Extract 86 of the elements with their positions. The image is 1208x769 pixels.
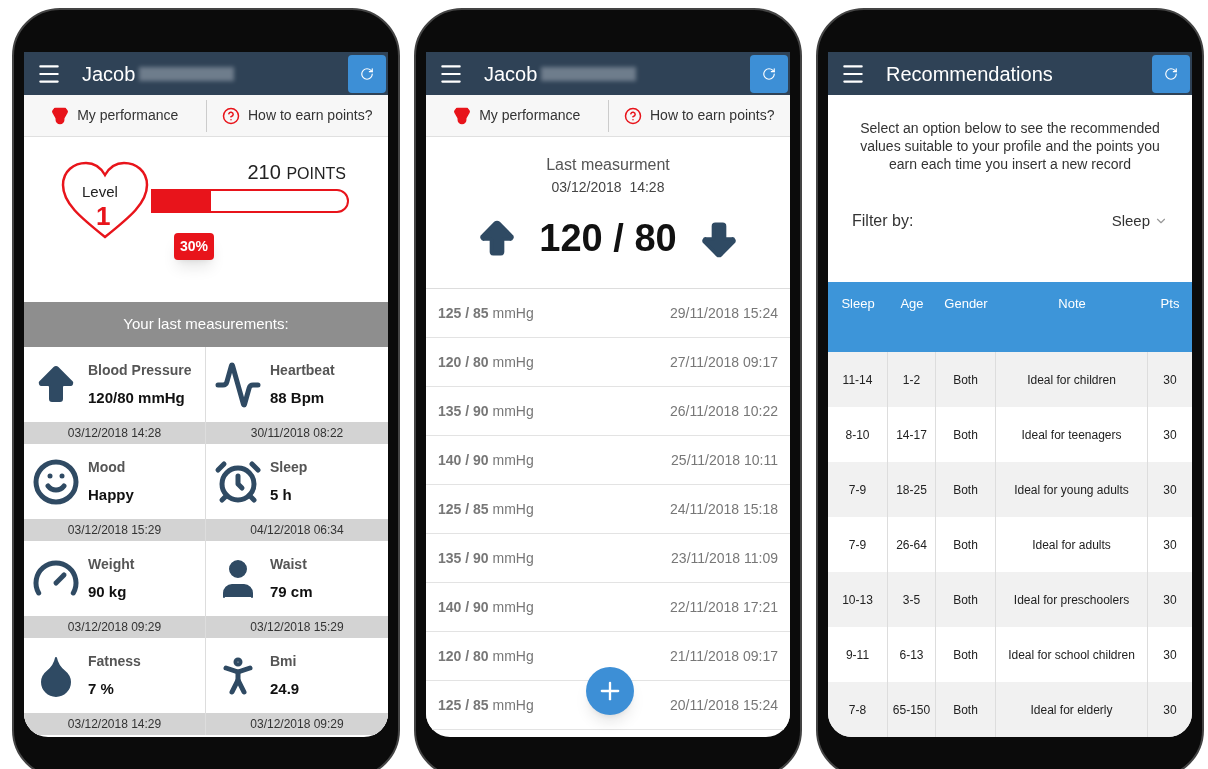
nav-tab[interactable]: How to earn points?: [607, 99, 790, 132]
table-cell-text: 30: [1162, 701, 1178, 719]
record-date: 24/11/2018 15:18: [670, 499, 778, 519]
record-date: 25/11/2018 10:11: [671, 450, 778, 470]
filter-dropdown[interactable]: Sleep: [1111, 209, 1168, 233]
measurement-date: 03/12/2018 09:29: [24, 616, 205, 638]
table-cell-text: 30: [1162, 426, 1178, 444]
record-reading: 125 / 85 mmHg: [438, 303, 534, 323]
measurement-value: Happy: [88, 484, 134, 505]
help-icon: [222, 106, 240, 125]
smiley-icon: [32, 457, 80, 506]
record-reading: 135 / 90 mmHg: [438, 401, 534, 421]
last-measurement-value: 120 / 80: [539, 216, 677, 261]
refresh-button[interactable]: [750, 54, 788, 93]
header-title: Recommendations: [886, 61, 1053, 87]
nav-tab[interactable]: How to earn points?: [205, 99, 388, 132]
table-cell-text: 30: [1162, 536, 1178, 554]
measurement-value: 88 Bpm: [270, 387, 326, 408]
record-reading: 140 / 90 mmHg: [438, 450, 534, 470]
header-title: Jacob: [82, 61, 136, 87]
table-cell-text: 30: [1162, 481, 1178, 499]
measurement-date: 04/12/2018 06:34: [206, 519, 388, 541]
measurement-date: 03/12/2018 09:29: [206, 713, 388, 735]
measurement-label: Weight: [88, 554, 135, 574]
measurement-date: 03/12/2018 14:29: [24, 713, 205, 735]
measurement-label: Blood Pressure: [88, 360, 192, 380]
measurement-value: 79 cm: [270, 581, 313, 602]
measurement-label: Bmi: [270, 651, 298, 671]
record-date: 23/11/2018 11:09: [671, 548, 778, 568]
nav-tab[interactable]: My performance: [24, 99, 206, 132]
measurement-value: 7 %: [88, 678, 115, 699]
table-cell: Ideal for elderly: [996, 682, 1148, 737]
record-date: 22/11/2018 17:21: [670, 597, 778, 617]
table-cell: Both: [936, 682, 996, 737]
measurement-date: 03/12/2018 15:29: [24, 519, 205, 541]
last-measurement-title: Last measurment: [546, 155, 670, 175]
measurement-value: 24.9: [270, 678, 300, 699]
record-date: 27/11/2018 09:17: [670, 352, 778, 372]
refresh-icon: [1164, 66, 1178, 81]
refresh-icon: [360, 66, 374, 81]
measurement-label: Waist: [270, 554, 308, 574]
column-header: Age: [899, 295, 925, 313]
measurement-date: 03/12/2018 14:28: [24, 422, 205, 444]
column-header: Sleep: [840, 295, 876, 313]
measurement-label: Sleep: [270, 457, 308, 477]
record-reading: 140 / 90 mmHg: [438, 597, 534, 617]
refresh-button[interactable]: [348, 54, 386, 93]
measurement-label: Mood: [88, 457, 127, 477]
help-icon: [624, 106, 642, 125]
record-date: 26/11/2018 10:22: [670, 401, 778, 421]
section-banner: Your last measurements:: [24, 302, 388, 347]
measurement-date: 30/11/2018 08:22: [206, 422, 388, 444]
percent-badge: 30%: [174, 233, 215, 260]
measurement-value: 120/80 mmHg: [88, 387, 186, 408]
record-date: 29/11/2018 15:24: [670, 303, 778, 323]
last-measurement-date: 03/12/2018 14:28: [551, 178, 665, 197]
table-cell-text: 30: [1162, 371, 1178, 389]
record-reading: 120 / 80 mmHg: [438, 352, 534, 372]
record-date: 21/11/2018 09:17: [670, 646, 778, 666]
heartbeat-icon: [214, 360, 262, 409]
header-title: Jacob: [484, 61, 538, 87]
table-cell-text: 30: [1162, 646, 1178, 664]
record-reading: 125 / 85 mmHg: [438, 499, 534, 519]
record-date: 20/11/2018 15:24: [670, 695, 778, 715]
table-cell: 7-8: [828, 682, 888, 737]
intro-text: Select an option below to see the recommended values suitable to your profile and the points you earn each time you insert a new record: [859, 119, 1161, 173]
measurement-label: Fatness: [88, 651, 141, 671]
measurement-value: 5 h: [270, 484, 293, 505]
filter-label: Filter by:: [852, 211, 914, 231]
record-reading: 120 / 80 mmHg: [438, 646, 534, 666]
nav-tab[interactable]: My performance: [426, 99, 608, 132]
column-header: Gender: [943, 295, 989, 313]
refresh-icon: [762, 66, 776, 81]
measurement-value: 90 kg: [88, 581, 128, 602]
measurement-label: Heartbeat: [270, 360, 335, 380]
refresh-button[interactable]: [1152, 54, 1190, 93]
table-cell-text: 30: [1162, 591, 1178, 609]
level-number: 1: [96, 200, 111, 233]
points-label: 210 POINTS: [247, 160, 346, 185]
column-header: Note: [1057, 295, 1087, 313]
record-reading: 135 / 90 mmHg: [438, 548, 534, 568]
level-label: Level: [82, 182, 118, 202]
table-cell: 65-150: [888, 682, 936, 737]
measurement-date: 03/12/2018 15:29: [206, 616, 388, 638]
column-header: Pts: [1159, 295, 1181, 313]
record-reading: 125 / 85 mmHg: [438, 695, 534, 715]
